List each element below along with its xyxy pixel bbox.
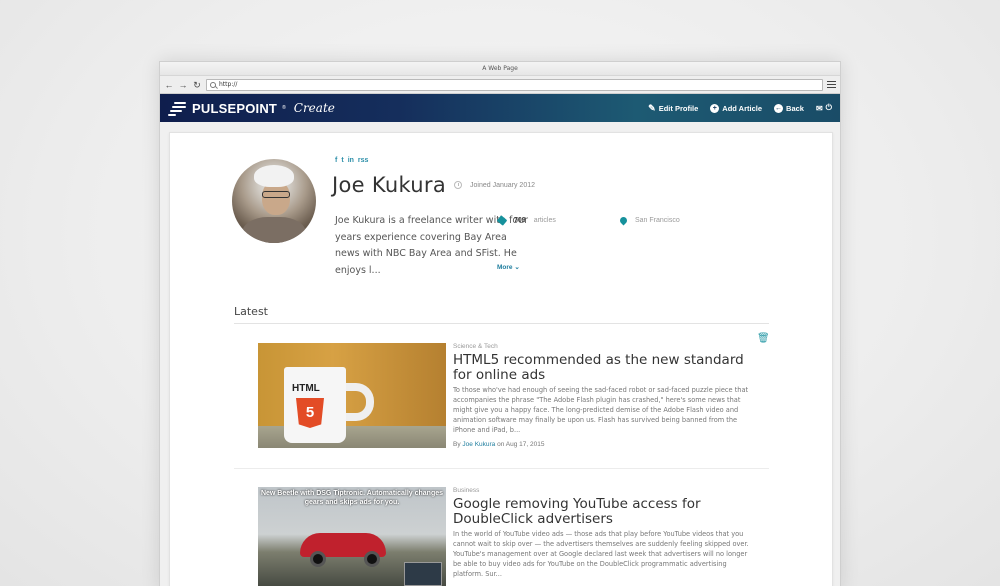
joined-date: Joined January 2012 bbox=[454, 181, 535, 189]
edit-profile-button[interactable]: ✎ Edit Profile bbox=[648, 102, 699, 113]
header-actions: ✎ Edit Profile + Add Article ← Back ✉ ⏻ bbox=[648, 103, 832, 113]
article-excerpt: In the world of YouTube video ads — thos… bbox=[453, 530, 749, 578]
article-category[interactable]: Business bbox=[453, 487, 479, 494]
social-links: f t in rss bbox=[335, 157, 368, 164]
twitter-icon[interactable]: t bbox=[341, 157, 343, 164]
logo-text: PULSEPOINT bbox=[192, 100, 278, 116]
article-divider bbox=[234, 468, 769, 469]
logo-registered-mark: ® bbox=[282, 105, 286, 111]
location-text: San Francisco bbox=[635, 217, 680, 224]
url-bar[interactable]: http:// bbox=[206, 78, 823, 91]
linkedin-icon[interactable]: in bbox=[348, 157, 354, 164]
author-link[interactable]: Joe Kukura bbox=[462, 441, 495, 448]
thumbnail-caption: New Beetle with DSG Tiptronic. Automatic… bbox=[260, 490, 444, 506]
app-header: PULSEPOINT ® Create ✎ Edit Profile + Add… bbox=[160, 94, 840, 122]
article-byline: By Joe Kukura on Aug 17, 2015 bbox=[453, 441, 544, 448]
profile-page: f t in rss Joe Kukura Joined January 201… bbox=[169, 132, 833, 586]
article-category[interactable]: Science & Tech bbox=[453, 343, 498, 350]
rss-icon[interactable]: rss bbox=[358, 157, 369, 164]
logo-mark-icon bbox=[168, 100, 188, 116]
header-utility: ✉ ⏻ bbox=[816, 103, 832, 113]
article-thumbnail[interactable]: New Beetle with DSG Tiptronic. Automatic… bbox=[258, 487, 446, 586]
more-label: More bbox=[497, 264, 513, 271]
forward-arrow-icon[interactable]: → bbox=[178, 80, 188, 90]
edit-profile-label: Edit Profile bbox=[658, 103, 699, 113]
joined-text: Joined January 2012 bbox=[470, 181, 535, 189]
back-circle-icon: ← bbox=[774, 103, 784, 113]
mail-icon[interactable]: ✉ bbox=[816, 104, 823, 113]
facebook-icon[interactable]: f bbox=[335, 157, 337, 164]
url-text: http:// bbox=[219, 81, 238, 88]
divider bbox=[234, 323, 769, 324]
more-link[interactable]: More ⌄ bbox=[497, 263, 520, 271]
map-pin-icon bbox=[618, 215, 629, 226]
add-article-button[interactable]: + Add Article bbox=[710, 103, 763, 113]
avatar bbox=[232, 159, 316, 243]
browser-toolbar: ← → ↻ http:// bbox=[160, 76, 840, 94]
back-arrow-icon[interactable]: ← bbox=[164, 80, 174, 90]
back-button[interactable]: ← Back bbox=[774, 103, 804, 113]
article-thumbnail[interactable]: HTML 5 bbox=[258, 343, 446, 448]
articles-count: 709 bbox=[514, 217, 526, 224]
thumbnail-mug-text: HTML bbox=[292, 383, 320, 394]
article-card[interactable]: New Beetle with DSG Tiptronic. Automatic… bbox=[258, 487, 758, 586]
pencil-icon: ✎ bbox=[648, 102, 656, 113]
search-icon bbox=[210, 81, 216, 88]
add-article-label: Add Article bbox=[722, 103, 763, 113]
article-date: on Aug 17, 2015 bbox=[497, 441, 545, 448]
logo-subtitle: Create bbox=[293, 101, 335, 115]
latest-heading: Latest bbox=[234, 305, 268, 318]
browser-window: A Web Page ← → ↻ http:// PULSEPOINT ® Cr… bbox=[159, 61, 841, 586]
power-icon[interactable]: ⏻ bbox=[826, 103, 832, 113]
profile-section: f t in rss Joe Kukura Joined January 201… bbox=[232, 157, 792, 277]
byline-prefix: By bbox=[453, 441, 461, 448]
plus-circle-icon: + bbox=[710, 103, 720, 113]
back-label: Back bbox=[786, 103, 804, 113]
trash-icon[interactable]: 🗑 bbox=[757, 333, 770, 344]
articles-label: articles bbox=[533, 217, 556, 224]
article-title[interactable]: Google removing YouTube access for Doubl… bbox=[453, 497, 753, 527]
profile-name: Joe Kukura bbox=[332, 173, 446, 197]
chevron-down-icon: ⌄ bbox=[514, 264, 520, 271]
article-title[interactable]: HTML5 recommended as the new standard fo… bbox=[453, 353, 753, 383]
clock-icon bbox=[454, 181, 462, 189]
window-title: A Web Page bbox=[160, 62, 840, 76]
reload-icon[interactable]: ↻ bbox=[192, 80, 202, 90]
article-card[interactable]: HTML 5 Science & Tech HTML5 recommended … bbox=[258, 343, 758, 451]
articles-stat: 709 articles bbox=[496, 215, 556, 226]
location-stat: San Francisco bbox=[618, 215, 680, 226]
hamburger-menu-icon[interactable] bbox=[827, 80, 836, 89]
article-excerpt: To those who've had enough of seeing the… bbox=[453, 386, 749, 434]
pulsepoint-logo[interactable]: PULSEPOINT ® Create bbox=[168, 100, 335, 116]
html5-shield-icon: 5 bbox=[296, 398, 324, 428]
